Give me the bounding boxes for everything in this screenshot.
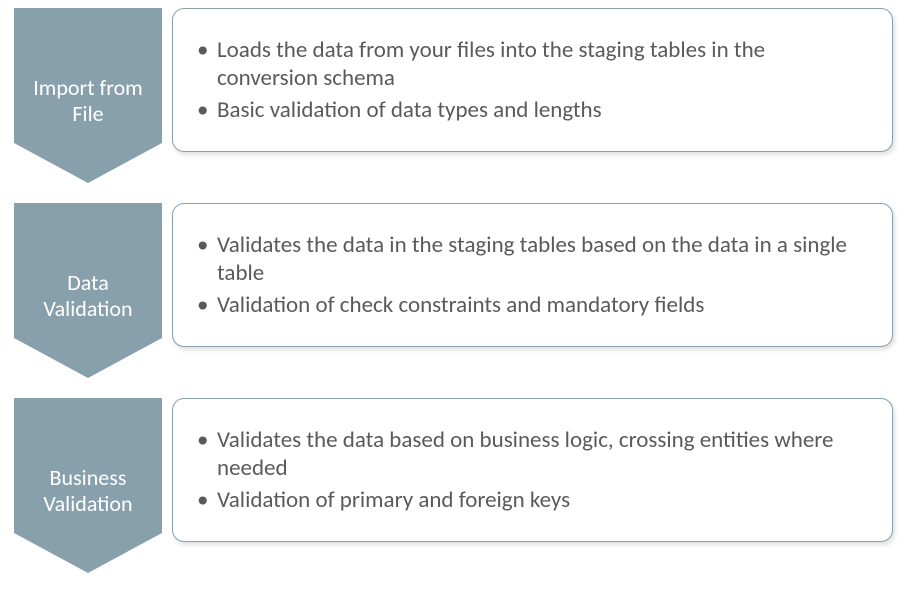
panel-business-validation: Validates the data based on business log…: [172, 398, 893, 542]
panel-list: Validates the data in the staging tables…: [195, 231, 870, 323]
bullet-item: Basic validation of data types and lengt…: [195, 96, 870, 124]
panel-data-validation: Validates the data in the staging tables…: [172, 203, 893, 347]
panel-import: Loads the data from your files into the …: [172, 8, 893, 152]
bullet-item: Validates the data in the staging tables…: [195, 231, 870, 287]
bullet-item: Loads the data from your files into the …: [195, 36, 870, 92]
bullet-item: Validation of check constraints and mand…: [195, 291, 870, 319]
chevron-label: Import from File: [14, 53, 162, 148]
bullet-item: Validation of primary and foreign keys: [195, 486, 870, 514]
chevron-data-validation: Data Validation: [14, 203, 162, 378]
step-data-validation: Data Validation Validates the data in th…: [14, 203, 893, 378]
step-import-from-file: Import from File Loads the data from you…: [14, 8, 893, 183]
panel-list: Validates the data based on business log…: [195, 426, 870, 518]
chevron-business-validation: Business Validation: [14, 398, 162, 573]
bullet-item: Validates the data based on business log…: [195, 426, 870, 482]
chevron-label: Business Validation: [14, 443, 162, 538]
panel-list: Loads the data from your files into the …: [195, 36, 870, 128]
chevron-import: Import from File: [14, 8, 162, 183]
chevron-label: Data Validation: [14, 248, 162, 343]
step-business-validation: Business Validation Validates the data b…: [14, 398, 893, 573]
